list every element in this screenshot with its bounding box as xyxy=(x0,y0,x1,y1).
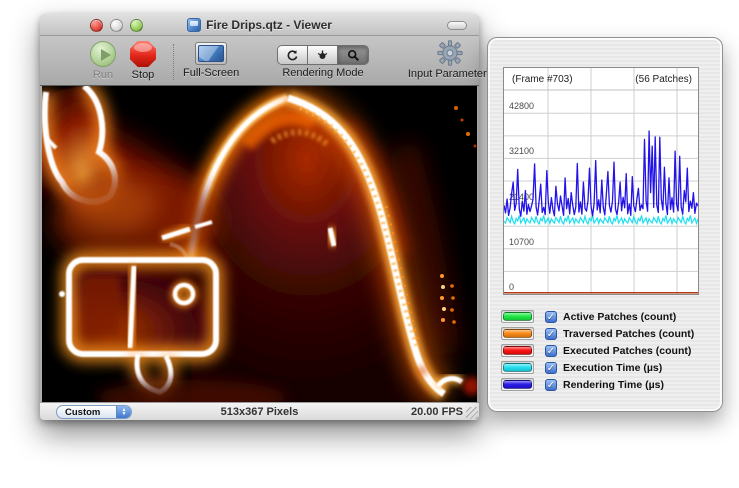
segment-refresh[interactable] xyxy=(278,46,308,64)
input-parameters-label: Input Parameters xyxy=(408,68,492,80)
document-icon xyxy=(187,18,201,32)
fps-text: 20.00 FPS xyxy=(411,406,463,418)
legend-color-swatch xyxy=(503,346,532,355)
fullscreen-label: Full-Screen xyxy=(183,67,239,79)
legend-row: ✓ Traversed Patches (count) xyxy=(501,325,714,342)
legend-color-swatch xyxy=(503,363,532,372)
sprite-icon xyxy=(316,49,329,62)
fullscreen-button[interactable]: Full-Screen xyxy=(183,42,239,79)
legend-checkbox[interactable]: ✓ xyxy=(545,362,557,374)
legend-checkbox[interactable]: ✓ xyxy=(545,345,557,357)
refresh-icon xyxy=(286,49,299,62)
legend-row: ✓ Execution Time (µs) xyxy=(501,359,714,376)
legend-label: Traversed Patches (count) xyxy=(563,328,694,340)
rendering-mode-control: Rendering Mode xyxy=(277,45,369,79)
gear-icon xyxy=(437,40,463,66)
legend-checkbox[interactable]: ✓ xyxy=(545,379,557,391)
segment-magnify[interactable] xyxy=(338,46,368,64)
toolbar-separator xyxy=(173,44,174,80)
legend-color-well xyxy=(501,344,534,357)
run-icon xyxy=(90,41,116,67)
fullscreen-icon xyxy=(195,42,227,65)
segment-sprite[interactable] xyxy=(308,46,338,64)
rendering-mode-segments xyxy=(277,45,369,65)
legend-row: ✓ Executed Patches (count) xyxy=(501,342,714,359)
legend-row: ✓ Active Patches (count) xyxy=(501,308,714,325)
stop-button[interactable]: Stop xyxy=(130,41,156,81)
legend-row: ✓ Rendering Time (µs) xyxy=(501,376,714,393)
magnifier-icon xyxy=(347,49,360,62)
legend-label: Active Patches (count) xyxy=(563,311,676,323)
legend-color-swatch xyxy=(503,380,532,389)
run-button[interactable]: Run xyxy=(90,41,116,81)
stats-chart: 428003210021400107000 (Frame #703) (56 P… xyxy=(503,67,699,295)
chart-header: (Frame #703) (56 Patches) xyxy=(504,68,698,90)
fire-artwork xyxy=(42,86,477,402)
status-bar: Custom ▲▼ 513x367 Pixels 20.00 FPS xyxy=(40,402,479,420)
chart-plot xyxy=(504,68,698,294)
legend-color-swatch xyxy=(503,312,532,321)
run-label: Run xyxy=(93,69,113,81)
legend-checkbox[interactable]: ✓ xyxy=(545,311,557,323)
stats-panel: 428003210021400107000 (Frame #703) (56 P… xyxy=(487,37,723,412)
stop-label: Stop xyxy=(132,69,155,81)
title-bar[interactable]: Fire Drips.qtz - Viewer xyxy=(40,14,479,36)
legend-label: Execution Time (µs) xyxy=(563,362,662,374)
legend-color-swatch xyxy=(503,329,532,338)
legend-color-well xyxy=(501,378,534,391)
legend-color-well xyxy=(501,327,534,340)
toolbar: Run Stop Full-Screen xyxy=(40,36,479,86)
patch-counter: (56 Patches) xyxy=(635,74,692,85)
legend-label: Executed Patches (count) xyxy=(563,345,691,357)
legend-color-well xyxy=(501,310,534,323)
window-title: Fire Drips.qtz - Viewer xyxy=(206,18,332,32)
legend-color-well xyxy=(501,361,534,374)
resize-grip[interactable] xyxy=(466,407,478,419)
viewer-window: Fire Drips.qtz - Viewer Run Stop Full-Sc… xyxy=(40,14,479,420)
input-parameters-button[interactable]: Input Parameters xyxy=(404,40,496,80)
frame-counter: (Frame #703) xyxy=(512,74,573,85)
legend-label: Rendering Time (µs) xyxy=(563,379,664,391)
legend-checkbox[interactable]: ✓ xyxy=(545,328,557,340)
stop-icon xyxy=(130,41,156,67)
rendering-mode-label: Rendering Mode xyxy=(282,67,363,79)
toolbar-toggle-button[interactable] xyxy=(447,21,467,30)
stats-legend: ✓ Active Patches (count) ✓ Traversed Patche… xyxy=(501,308,714,393)
viewer-canvas xyxy=(42,86,477,402)
window-title-area: Fire Drips.qtz - Viewer xyxy=(40,14,479,36)
